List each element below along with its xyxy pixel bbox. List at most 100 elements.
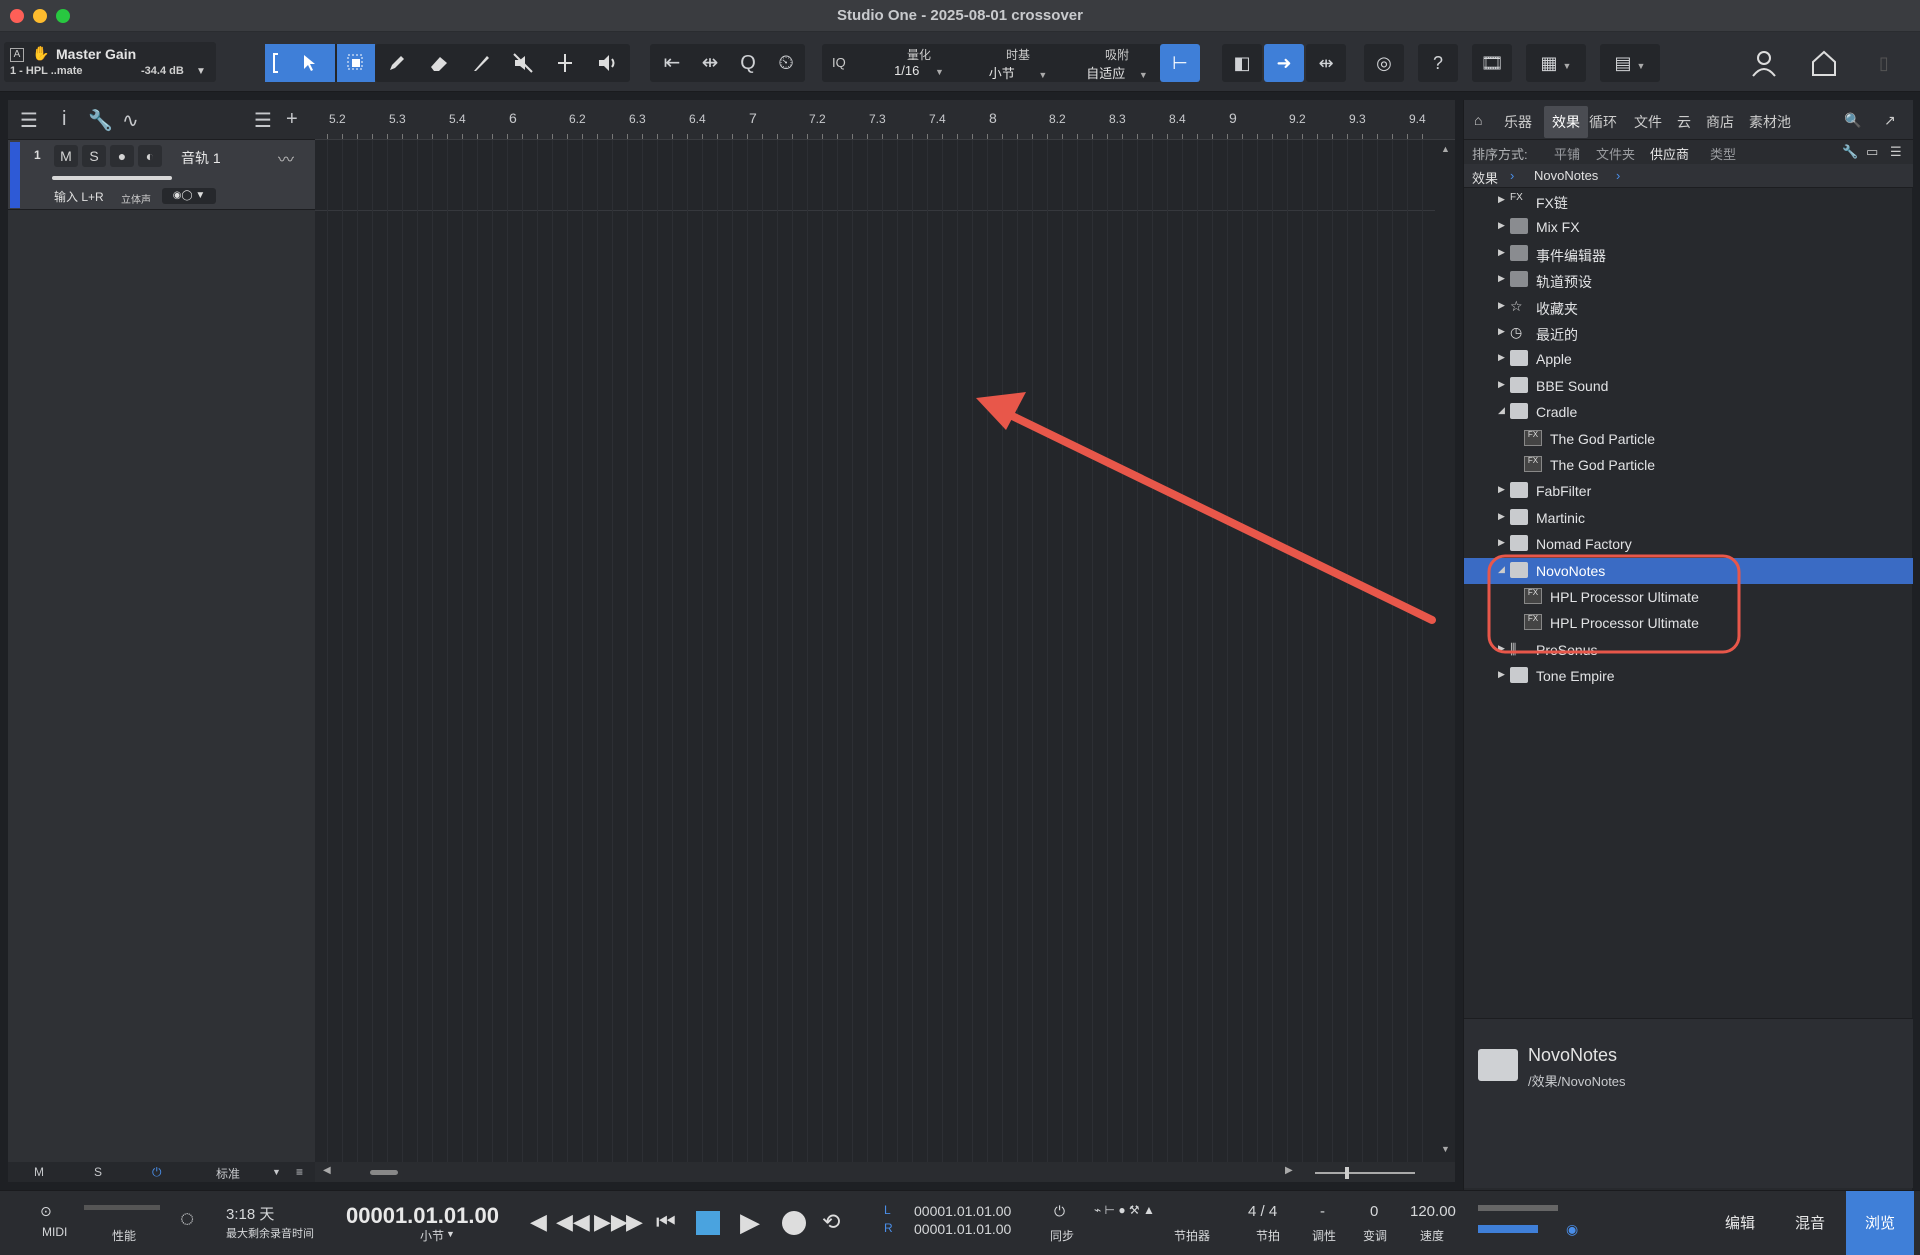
- browser-item[interactable]: ▶ 事件编辑器: [1464, 241, 1913, 267]
- browser-item[interactable]: FX The God Particle: [1464, 426, 1913, 452]
- loop-button[interactable]: ⟲: [822, 1209, 840, 1235]
- nudge-left-icon[interactable]: ⇤: [652, 44, 692, 82]
- expand-icon[interactable]: ↗: [1884, 112, 1896, 129]
- search-icon[interactable]: 🔍: [1844, 112, 1861, 129]
- timeline-ruler[interactable]: 5.2 5.3 5.4 6 6.2 6.3 6.4 7 7.2 7.3 7.4 8 8.2 8.3 8.4 9…: [315, 100, 1455, 140]
- sort-folder[interactable]: 文件夹: [1596, 144, 1635, 163]
- collapsed-triangle-icon[interactable]: ▶: [1498, 484, 1505, 495]
- breadcrumb-effects[interactable]: 效果: [1472, 168, 1498, 187]
- metronome-options-icon[interactable]: ⌁ ⊢ ● ⚒ ▲: [1094, 1203, 1155, 1217]
- transpose-value[interactable]: 0: [1370, 1203, 1378, 1220]
- scroll-down-icon[interactable]: ▼: [1441, 1144, 1450, 1154]
- track-input-select[interactable]: 输入 L+R: [54, 188, 104, 205]
- collapsed-triangle-icon[interactable]: ▶: [1498, 643, 1505, 654]
- fast-forward-icon[interactable]: ▶▶: [594, 1209, 628, 1235]
- performance-icon[interactable]: ◌: [180, 1205, 194, 1233]
- tab-shop[interactable]: 商店: [1706, 112, 1734, 132]
- timebase-select[interactable]: 时基 小节 ▼: [978, 46, 1058, 82]
- sort-vendor[interactable]: 供应商: [1650, 144, 1689, 163]
- expanded-triangle-icon[interactable]: ◢: [1498, 405, 1505, 416]
- expanded-triangle-icon[interactable]: ◢: [1498, 564, 1505, 575]
- browser-item[interactable]: ◢ Cradle: [1464, 399, 1913, 425]
- split-tool-icon[interactable]: [545, 44, 585, 82]
- track-height-select[interactable]: 标准: [216, 1165, 240, 1182]
- wrench-icon[interactable]: 🔧: [1842, 144, 1858, 160]
- browser-item[interactable]: ▶ Tone Empire: [1464, 663, 1913, 689]
- toggle-icon[interactable]: ◉: [1566, 1221, 1578, 1238]
- record-arm-button[interactable]: ●: [110, 145, 134, 167]
- user-icon[interactable]: [1744, 44, 1784, 82]
- vertical-scrollbar[interactable]: ▲ ▼: [1437, 140, 1455, 1162]
- mute-tool-icon[interactable]: [503, 44, 543, 82]
- tab-instruments[interactable]: 乐器: [1504, 112, 1532, 132]
- sort-type[interactable]: 类型: [1710, 144, 1736, 163]
- collapsed-triangle-icon[interactable]: ▶: [1498, 669, 1505, 680]
- info-icon[interactable]: i: [62, 108, 66, 131]
- key-value[interactable]: -: [1320, 1203, 1325, 1220]
- edit-view-button[interactable]: 编辑: [1706, 1191, 1774, 1255]
- return-to-zero-icon[interactable]: ⏮: [656, 1209, 676, 1235]
- mix-view-button[interactable]: 混音: [1776, 1191, 1844, 1255]
- collapsed-triangle-icon[interactable]: ▶: [1498, 194, 1505, 205]
- tab-effects[interactable]: 效果: [1544, 106, 1588, 138]
- browser-item[interactable]: ▶ Apple: [1464, 346, 1913, 372]
- stop-button[interactable]: [696, 1211, 720, 1235]
- solo-button[interactable]: S: [82, 145, 106, 167]
- browser-item[interactable]: ▶ Mix FX: [1464, 214, 1913, 240]
- collapsed-triangle-icon[interactable]: ▶: [1498, 537, 1505, 548]
- browser-item[interactable]: ◢ NovoNotes: [1464, 558, 1913, 584]
- browse-view-button[interactable]: 浏览: [1846, 1191, 1914, 1255]
- tempo-value[interactable]: 120.00: [1410, 1203, 1456, 1220]
- collapsed-triangle-icon[interactable]: ▶: [1498, 300, 1505, 311]
- waveform-icon[interactable]: 〰: [278, 146, 294, 170]
- browser-item[interactable]: FX HPL Processor Ultimate: [1464, 584, 1913, 610]
- previous-marker-icon[interactable]: ◀: [530, 1209, 547, 1235]
- rack-view-icon[interactable]: ▤ ▼: [1600, 44, 1660, 82]
- browser-item[interactable]: ▶ ◷ 最近的: [1464, 320, 1913, 346]
- chevron-down-icon[interactable]: ▼: [272, 1167, 281, 1177]
- window-icon[interactable]: ▭: [1866, 144, 1878, 160]
- browser-item[interactable]: FX The God Particle: [1464, 452, 1913, 478]
- menu-icon[interactable]: ≡: [296, 1165, 303, 1179]
- wrench-icon[interactable]: 🔧: [88, 108, 113, 133]
- horizontal-scrollbar[interactable]: ◀ ▶: [315, 1162, 1455, 1182]
- grid-view-icon[interactable]: ▦ ▼: [1526, 44, 1586, 82]
- listen-tool-icon[interactable]: [587, 44, 627, 82]
- chevron-down-icon[interactable]: ▼: [196, 66, 206, 77]
- position-display[interactable]: 00001.01.01.00: [346, 1203, 499, 1229]
- home-icon[interactable]: ⌂: [1474, 112, 1482, 128]
- time-signature[interactable]: 4 / 4: [1248, 1203, 1277, 1220]
- browser-item[interactable]: ▶ Martinic: [1464, 505, 1913, 531]
- list-icon[interactable]: ☰: [1890, 144, 1902, 160]
- automation-icon[interactable]: ∿: [122, 108, 139, 133]
- tab-files[interactable]: 文件: [1634, 112, 1662, 132]
- horizontal-scroll-thumb[interactable]: [370, 1170, 398, 1175]
- arrangement-grid[interactable]: [315, 140, 1435, 1162]
- rewind-icon[interactable]: ◀◀: [556, 1209, 590, 1235]
- input-monitor-toggle[interactable]: ◉◯ ▼: [162, 188, 216, 204]
- scroll-up-icon[interactable]: ▲: [1441, 144, 1450, 154]
- chevron-down-icon[interactable]: ▼: [446, 1229, 455, 1239]
- position-unit[interactable]: 小节: [420, 1227, 444, 1244]
- collapsed-triangle-icon[interactable]: ▶: [1498, 352, 1505, 363]
- browser-item[interactable]: FX HPL Processor Ultimate: [1464, 610, 1913, 636]
- power-icon[interactable]: ⏻: [152, 1165, 162, 1180]
- record-button[interactable]: [782, 1211, 806, 1235]
- next-marker-icon[interactable]: ▶: [626, 1209, 643, 1235]
- video-icon[interactable]: 🎞: [1472, 44, 1512, 82]
- browser-item[interactable]: ▶ BBE Sound: [1464, 373, 1913, 399]
- zoom-slider-knob[interactable]: [1345, 1167, 1349, 1179]
- tab-pool[interactable]: 素材池: [1749, 112, 1791, 132]
- snap-toggle-button[interactable]: ⊢: [1160, 44, 1200, 82]
- split-cursor-icon[interactable]: ⇹: [1306, 44, 1346, 82]
- loop-end[interactable]: 00001.01.01.00: [914, 1221, 1011, 1237]
- stretch-icon[interactable]: ⇹: [690, 44, 730, 82]
- browser-item[interactable]: ▶ 轨道预设: [1464, 267, 1913, 293]
- autoscroll-left-icon[interactable]: ◧: [1222, 44, 1262, 82]
- track-header[interactable]: 1 M S ● ◐ 音轨 1 〰 输入 L+R 立体声 ◉◯ ▼: [8, 140, 315, 210]
- browser-item[interactable]: ▶ FX FX链: [1464, 188, 1913, 214]
- home-icon[interactable]: [1804, 44, 1844, 82]
- mute-button[interactable]: M: [54, 145, 78, 167]
- scroll-left-icon[interactable]: ◀: [323, 1165, 331, 1176]
- track-name[interactable]: 音轨 1: [181, 148, 221, 168]
